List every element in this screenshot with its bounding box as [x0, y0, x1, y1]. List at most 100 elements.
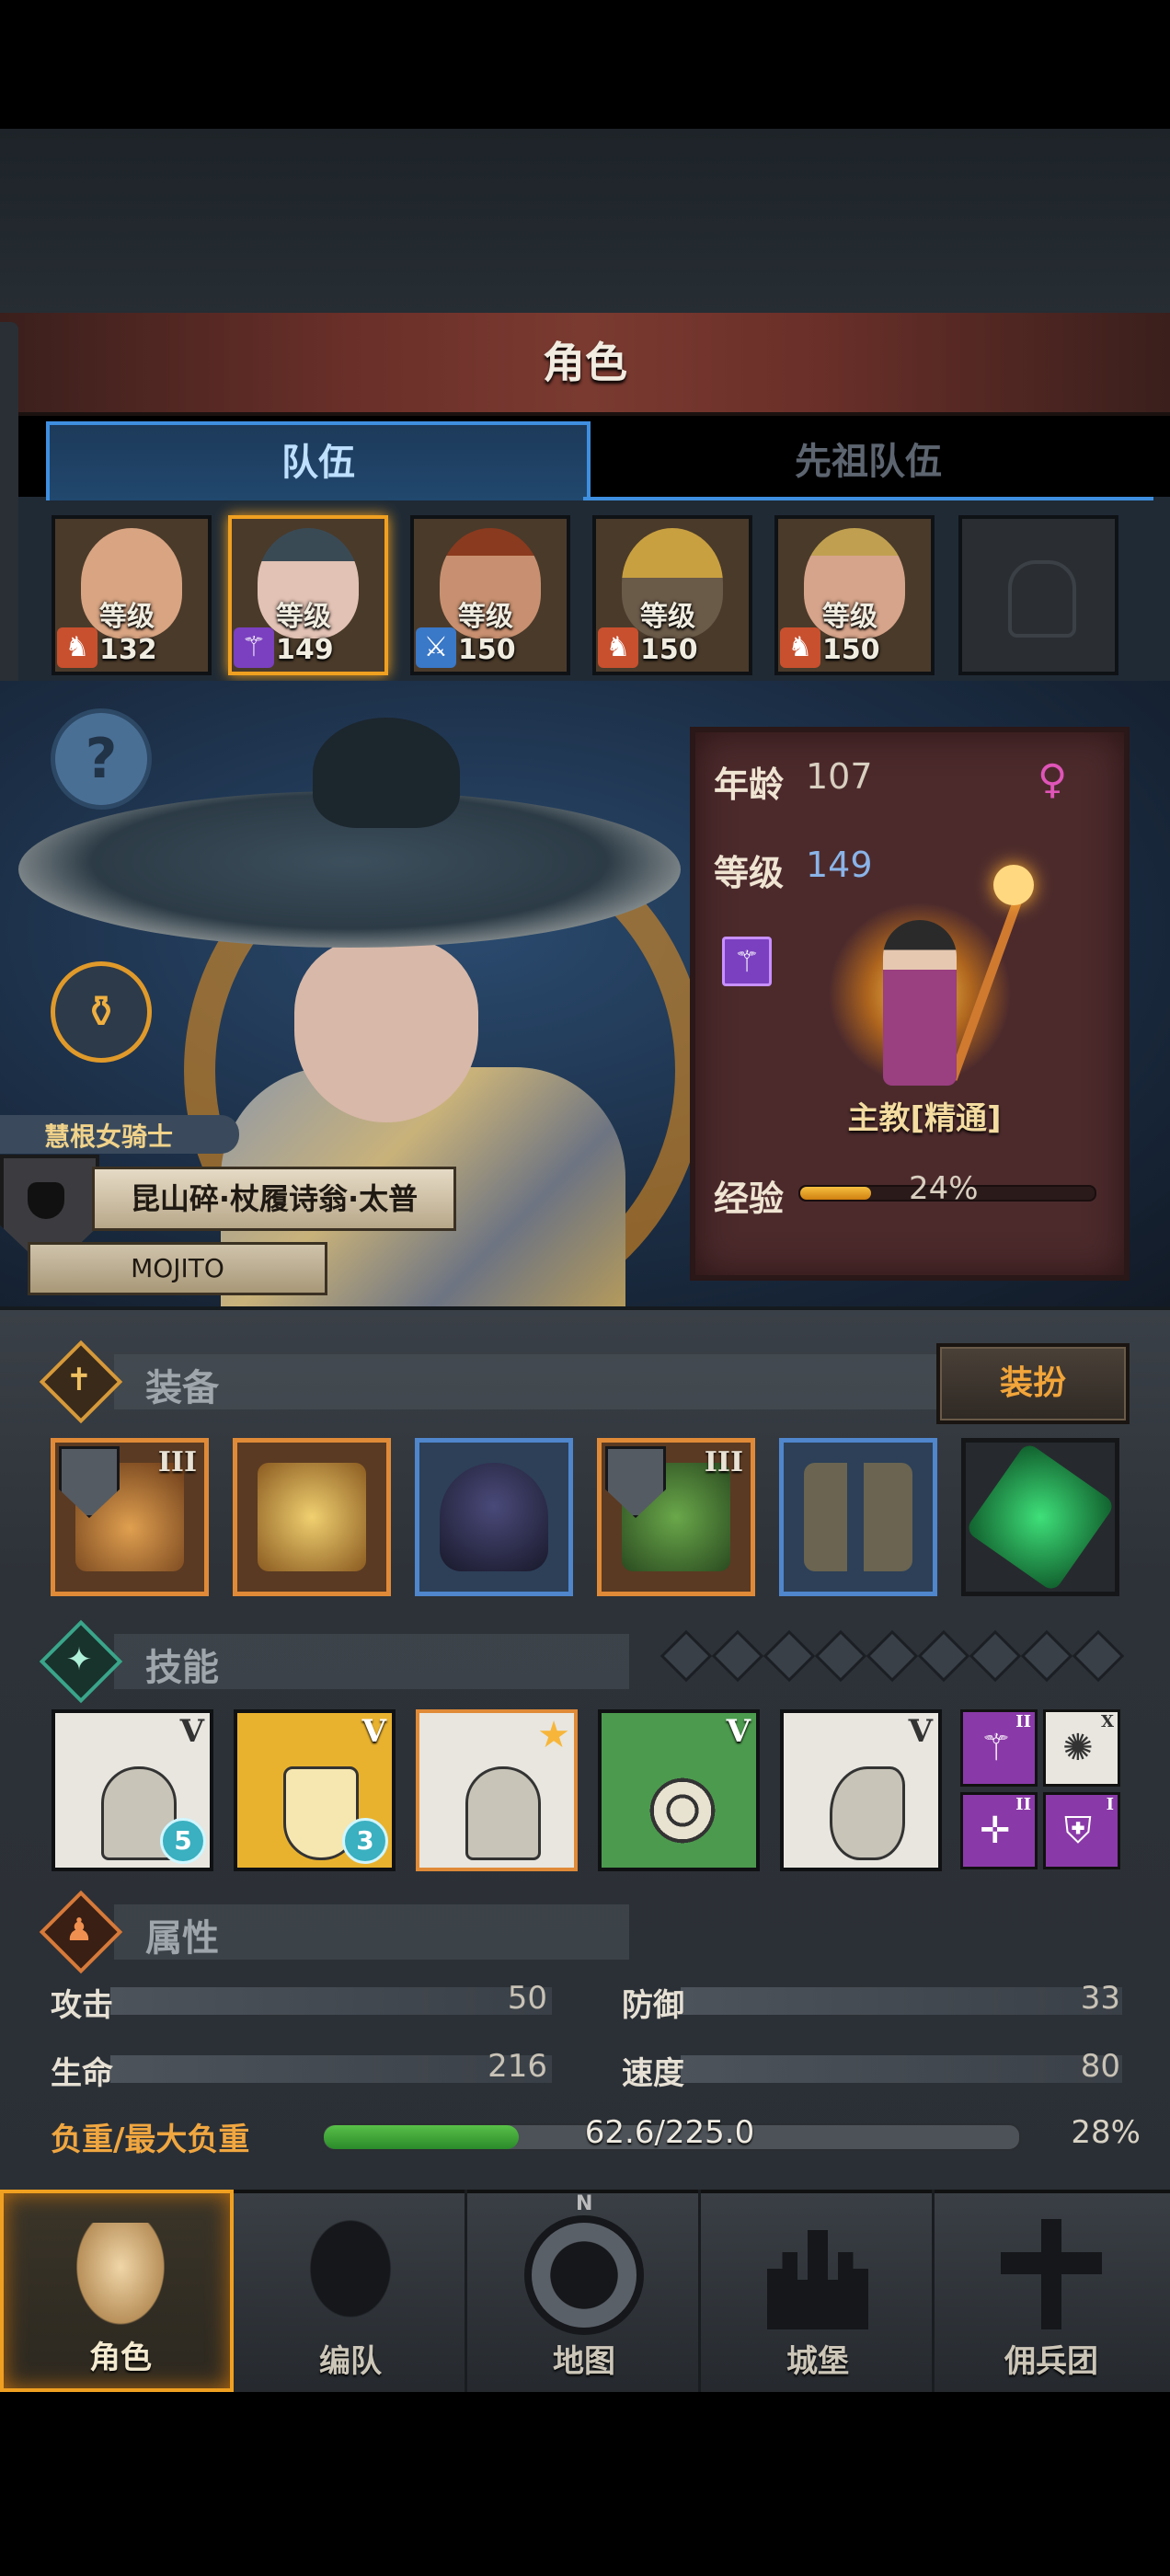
equipment-slot-weapon[interactable]: III — [51, 1438, 209, 1596]
passive-skill[interactable]: I ⛨ — [1043, 1792, 1120, 1869]
roster-portrait[interactable]: ⚔ 等级150 — [410, 515, 570, 675]
age-label: 年龄 — [714, 765, 785, 805]
roster-level: 等级150 — [458, 601, 516, 666]
skill-badge: 5 — [160, 1818, 206, 1864]
equipment-slot-head[interactable] — [415, 1438, 573, 1596]
class-figure — [809, 865, 1067, 1104]
equipment-slot-accessory[interactable] — [961, 1438, 1119, 1596]
stat-defense-value: 33 — [1080, 1980, 1120, 2017]
castle-icon — [767, 2230, 868, 2329]
roster-level: 等级149 — [276, 601, 334, 666]
roster-portrait[interactable]: ♞ 等级132 — [52, 515, 212, 675]
compass-map-icon — [524, 2215, 644, 2335]
potion-icon: ⚱ — [82, 986, 120, 1038]
cross-icon: ✝ — [65, 1362, 93, 1398]
load-label: 负重/最大负重 — [51, 2122, 250, 2158]
roster-portrait[interactable]: ♞ 等级150 — [592, 515, 752, 675]
crystal-blessing-skill-icon — [465, 1766, 541, 1860]
roster-portrait-selected[interactable]: ⚚ 等级149 — [228, 515, 388, 675]
skill-card[interactable]: V — [780, 1709, 942, 1871]
nav-character[interactable]: 角色 — [0, 2190, 234, 2392]
shield-passive-icon: ⛨ — [1064, 1810, 1092, 1852]
mask-icon — [28, 1182, 64, 1219]
class-name: 主教[精通] — [847, 1100, 1002, 1137]
help-button[interactable]: ? — [51, 708, 152, 810]
skill-card[interactable]: V — [598, 1709, 760, 1871]
nav-label: 编队 — [319, 2343, 382, 2380]
roster-empty-slot[interactable] — [958, 515, 1118, 675]
stat-attack-label: 攻击 — [51, 1987, 113, 2024]
tome-icon — [258, 1463, 366, 1571]
skill-card[interactable]: V 3 — [234, 1709, 396, 1871]
nav-formation[interactable]: 编队 — [234, 2190, 467, 2392]
stat-speed-label: 速度 — [622, 2055, 684, 2092]
tab-team[interactable]: 队伍 — [46, 421, 591, 500]
load-value: 62.6/225.0 — [584, 2114, 755, 2151]
dress-up-button[interactable]: 装扮 — [936, 1343, 1130, 1424]
skill-badge: 3 — [342, 1818, 388, 1864]
passive-tier: X — [1101, 1712, 1114, 1731]
nav-mercenary[interactable]: 佣兵团 — [935, 2190, 1168, 2392]
potion-button[interactable]: ⚱ — [51, 961, 152, 1063]
person-icon: ♟ — [64, 1912, 94, 1949]
mercenary-banner-icon — [1001, 2219, 1102, 2329]
equipment-title: 装备 — [145, 1367, 219, 1409]
tab-ancestor-team[interactable]: 先祖队伍 — [583, 425, 1153, 500]
nav-label: 佣兵团 — [1004, 2343, 1098, 2380]
passive-skill[interactable]: X ✺ — [1043, 1709, 1120, 1787]
stat-defense-label: 防御 — [622, 1987, 684, 2024]
hero-face — [294, 938, 478, 1122]
attributes-section-icon: ♟ — [39, 1890, 123, 1974]
warrior-red-icon: ♞ — [57, 627, 98, 668]
page-header: 角色 — [0, 313, 1170, 416]
skill-rank: V — [726, 1713, 751, 1750]
crystal-hand-skill-icon — [830, 1766, 905, 1860]
passive-tier: I — [1106, 1795, 1114, 1814]
stat-hp-label: 生命 — [51, 2055, 113, 2092]
stat-hp-value: 216 — [488, 2048, 547, 2085]
load-percent: 28% — [1071, 2114, 1141, 2151]
sword-blue-icon: ⚔ — [416, 627, 456, 668]
exp-label: 经验 — [714, 1179, 785, 1219]
skill-card-selected[interactable]: ★ — [416, 1709, 578, 1871]
skill-card[interactable]: V 5 — [52, 1709, 213, 1871]
staff-purple-icon: ⚚ — [234, 627, 274, 668]
staff-orb — [993, 865, 1034, 905]
age-value: 107 — [806, 756, 873, 797]
nav-label: 地图 — [553, 2343, 615, 2380]
nav-map[interactable]: 地图 — [467, 2190, 701, 2392]
burst-passive-icon: ✺ — [1062, 1727, 1094, 1769]
equipment-slot-boots[interactable] — [779, 1438, 937, 1596]
top-backdrop — [0, 129, 1170, 313]
equipment-slot-armor[interactable]: III — [597, 1438, 755, 1596]
skill-rank: V — [179, 1713, 204, 1750]
attributes-title: 属性 — [145, 1917, 219, 1960]
target-skill-icon — [638, 1766, 727, 1855]
passive-skill[interactable]: II ⚚ — [960, 1709, 1038, 1787]
crosshair-passive-icon: ✛ — [980, 1810, 1011, 1852]
knight-icon — [70, 2223, 171, 2333]
empty-helmet-icon — [1008, 560, 1076, 638]
staff-passive-icon: ⚚ — [980, 1727, 1013, 1769]
equipment-tier: III — [704, 1446, 743, 1478]
equipment-slot-offhand[interactable] — [233, 1438, 391, 1596]
skills-section-icon: ✦ — [39, 1619, 123, 1704]
side-drawer-handle[interactable] — [0, 322, 18, 690]
roster-portrait[interactable]: ♞ 等级150 — [774, 515, 935, 675]
stat-attack-value: 50 — [507, 1980, 547, 2017]
skill-rank: V — [908, 1713, 933, 1750]
nav-castle[interactable]: 城堡 — [701, 2190, 935, 2392]
staff-class-icon: ⚚ — [722, 937, 772, 986]
roster-level: 等级132 — [99, 601, 157, 666]
level-label: 等级 — [714, 853, 785, 893]
hood-icon — [440, 1463, 548, 1571]
hero-title[interactable]: 昆山碎·杖履诗翁·太普 — [92, 1167, 456, 1231]
exp-percent: 24% — [909, 1170, 979, 1207]
female-icon: ♀ — [1038, 756, 1068, 803]
passive-skill[interactable]: II ✛ — [960, 1792, 1038, 1869]
gesture-bar-area — [0, 2392, 1170, 2576]
star-icon: ✦ — [65, 1641, 93, 1678]
status-bar-area — [0, 0, 1170, 129]
emerald-amulet-icon — [964, 1441, 1117, 1593]
favorite-star-icon: ★ — [537, 1714, 570, 1756]
